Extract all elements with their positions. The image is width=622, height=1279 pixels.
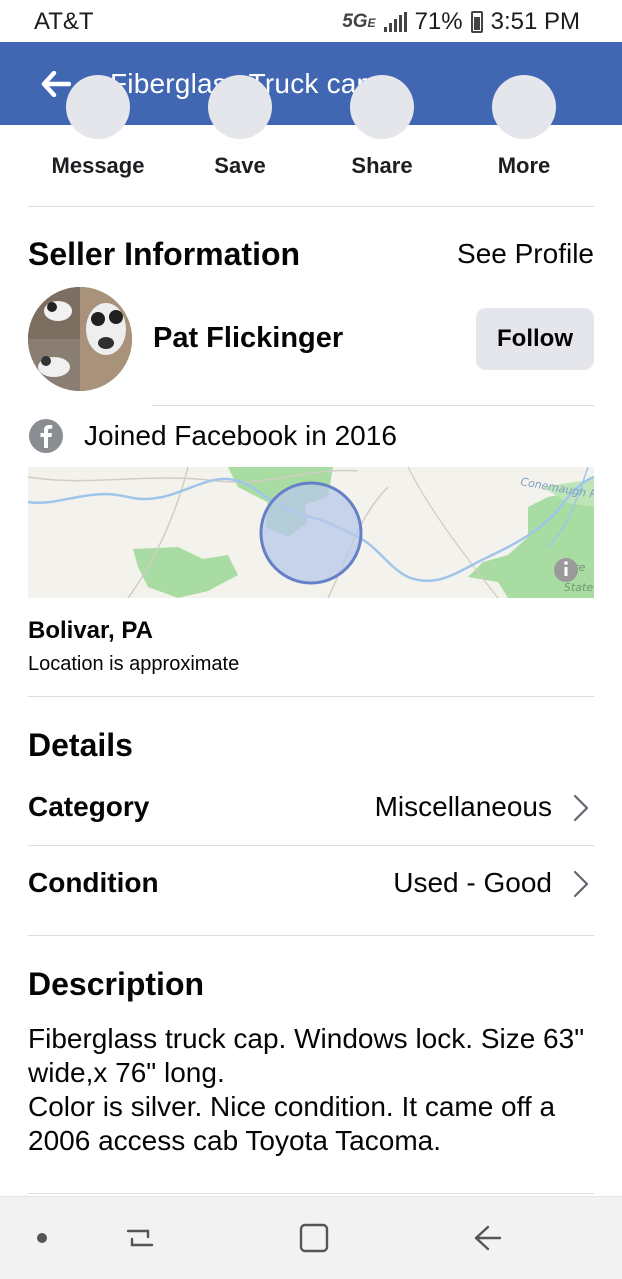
message-label: Message [51,153,145,178]
status-indicators: 5GE 71% 3:51 PM [342,8,580,36]
message-button[interactable]: Message [48,75,148,205]
status-bar: AT&T 5GE 71% 3:51 PM [0,0,622,42]
save-label: Save [214,153,266,178]
battery-percent: 71% [414,8,463,35]
condition-label: Condition [28,867,159,898]
more-button[interactable]: More [474,75,574,205]
divider [28,845,594,846]
location-name: Bolivar, PA [28,617,153,644]
avatar[interactable] [28,287,132,391]
divider [28,935,594,936]
map-image: Conemaugh Ri re State [28,467,594,598]
save-button[interactable]: Save [190,75,290,205]
see-profile-link[interactable]: See Profile [457,238,594,270]
share-label: Share [351,153,413,178]
clock: 3:51 PM [490,8,580,35]
system-nav-bar [0,1196,622,1279]
chevron-right-icon [573,794,589,822]
info-icon[interactable] [554,558,578,582]
category-value: Miscellaneous [374,791,552,822]
signal-icon [383,12,407,32]
chevron-right-icon [573,870,589,898]
seller-info-title: Seller Information [28,236,301,272]
category-row[interactable]: Category Miscellaneous [28,771,594,845]
arrow-left-icon [41,70,71,97]
home-icon[interactable] [289,1215,339,1261]
map-park-label-2: State [564,581,593,594]
action-row: Message Save Share More [28,75,594,207]
share-icon [350,75,414,139]
condition-row[interactable]: Condition Used - Good [28,847,594,921]
recent-apps-icon[interactable] [115,1215,165,1261]
more-label: More [497,153,551,178]
location-map[interactable]: Conemaugh Ri re State [28,467,594,598]
description-title: Description [28,966,205,1002]
description-text: Fiberglass truck cap. Windows lock. Size… [28,1023,585,1156]
more-icon [492,75,556,139]
dot-icon[interactable] [17,1215,67,1261]
joined-row: Joined Facebook in 2016 [28,418,397,454]
category-label: Category [28,791,150,822]
details-title: Details [28,727,133,763]
divider [152,405,594,406]
condition-value: Used - Good [393,867,552,898]
share-button[interactable]: Share [332,75,432,205]
location-note: Location is approximate [28,653,240,675]
back-icon[interactable] [463,1215,513,1261]
bookmark-icon [208,75,272,139]
battery-icon [470,11,483,33]
carrier-name: AT&T [34,8,94,35]
divider [28,1193,594,1194]
follow-button[interactable]: Follow [476,308,594,370]
joined-date: Joined Facebook in 2016 [84,420,397,451]
network-type: 5GE [342,11,376,32]
message-icon [66,75,130,139]
divider [28,696,594,697]
seller-photo [28,287,132,391]
facebook-icon [29,419,63,453]
seller-name[interactable]: Pat Flickinger [153,322,343,355]
